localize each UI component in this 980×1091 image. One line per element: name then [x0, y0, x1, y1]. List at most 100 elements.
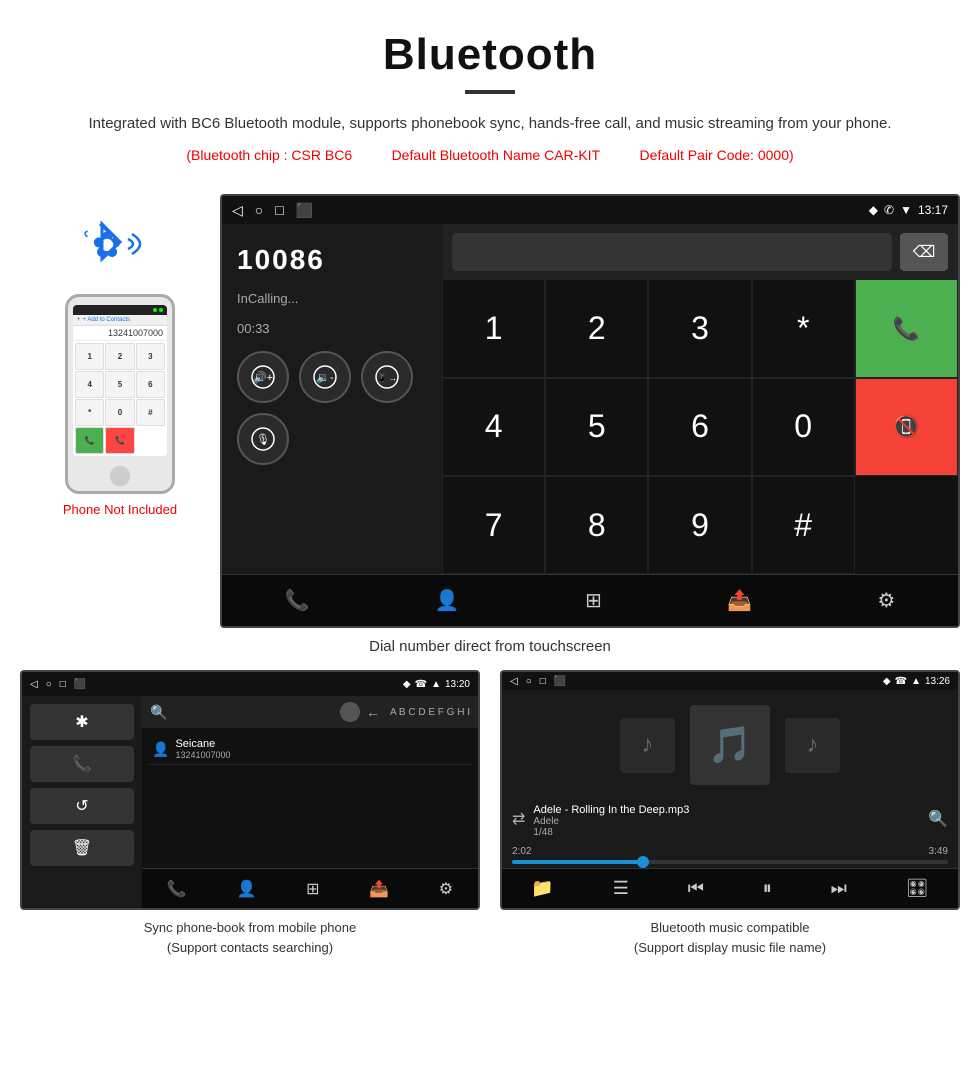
car-contacts-icon[interactable]: 👤 — [435, 588, 460, 613]
mute-button[interactable]: 🎙 — [237, 413, 289, 465]
phone-key-star[interactable]: * — [75, 399, 104, 426]
page-title: Bluetooth — [60, 30, 920, 80]
dial-backspace-button[interactable]: ⌫ — [900, 233, 948, 271]
key-8[interactable]: 8 — [545, 476, 648, 574]
phone-status-dot2 — [159, 308, 163, 312]
location-icon: ◆ — [869, 203, 878, 217]
music-nav-recent[interactable]: □ — [540, 676, 546, 687]
phone-not-included-label: Phone Not Included — [63, 502, 177, 517]
pb-wifi-icon: ▲ — [431, 679, 441, 690]
end-call-button[interactable]: 📵 — [855, 378, 958, 476]
pb-sync-icon[interactable]: ↺ — [30, 788, 134, 824]
transfer-icon: 📱→ — [375, 365, 399, 389]
album-art-small-left: ♪ — [620, 718, 675, 773]
music-eq-icon[interactable]: 🎛 — [906, 878, 929, 899]
key-6[interactable]: 6 — [648, 378, 751, 476]
music-search-icon[interactable]: 🔍 — [928, 809, 948, 829]
car-nav-icons: ◁ ○ □ ⬛ — [232, 202, 313, 219]
key-5[interactable]: 5 — [545, 378, 648, 476]
music-folder-icon[interactable]: 📁 — [531, 878, 553, 899]
shuffle-icon[interactable]: ⇄ — [512, 809, 525, 829]
car-keypad-icon[interactable]: ⊞ — [585, 588, 602, 613]
pb-nav-recent[interactable]: □ — [60, 679, 66, 690]
main-section: ʿ✿ + — [0, 194, 980, 628]
music-progress-bar[interactable] — [512, 860, 948, 864]
call-status: InCalling... — [237, 291, 427, 306]
phonebook-caption: Sync phone-book from mobile phone (Suppo… — [20, 918, 480, 957]
nav-app-icon[interactable]: ⬛ — [296, 202, 313, 219]
music-list-icon[interactable]: ☰ — [613, 878, 629, 899]
nav-back-icon[interactable]: ◁ — [232, 202, 243, 219]
phonebook-screen: ◁ ○ □ ⬛ ◆ ☎ ▲ 13:20 ✱ 📞 ↺ 🗑 — [20, 670, 480, 910]
phone-key-1[interactable]: 1 — [75, 343, 104, 370]
key-2[interactable]: 2 — [545, 279, 648, 377]
svg-text:🔉-: 🔉- — [316, 372, 334, 384]
key-0[interactable]: 0 — [752, 378, 855, 476]
music-time-row: 2:02 3:49 — [512, 846, 948, 857]
volume-down-button[interactable]: 🔉- — [299, 351, 351, 403]
search-dot — [340, 702, 360, 722]
car-call-icon[interactable]: 📞 — [285, 588, 310, 613]
phone-status-dot — [153, 308, 157, 312]
pb-bottom-contacts[interactable]: 👤 — [236, 879, 256, 899]
volume-up-button[interactable]: 🔊+ — [237, 351, 289, 403]
pb-content: ✱ 📞 ↺ 🗑 🔍 ← A B C D E F G H I � — [22, 696, 478, 908]
phone-keypad: 1 2 3 4 5 6 * 0 # 📞 📞 — [73, 341, 167, 456]
music-nav-app[interactable]: ⬛ — [554, 676, 566, 687]
track-number: 1/48 — [533, 827, 928, 838]
music-nav-home[interactable]: ○ — [526, 676, 532, 687]
phone-key-2[interactable]: 2 — [105, 343, 134, 370]
nav-recent-icon[interactable]: □ — [275, 202, 283, 218]
phone-key-hash[interactable]: # — [136, 399, 165, 426]
phone-key-0[interactable]: 0 — [105, 399, 134, 426]
dial-input-box[interactable] — [452, 233, 892, 271]
back-arrow-icon[interactable]: ← — [366, 704, 380, 720]
pb-bottom-settings[interactable]: ⚙ — [439, 879, 453, 899]
phonebook-card: ◁ ○ □ ⬛ ◆ ☎ ▲ 13:20 ✱ 📞 ↺ 🗑 — [20, 670, 480, 957]
time-current: 2:02 — [512, 846, 531, 857]
pb-nav-back[interactable]: ◁ — [30, 679, 38, 690]
key-hash[interactable]: # — [752, 476, 855, 574]
pb-delete-icon[interactable]: 🗑 — [30, 830, 134, 866]
call-button[interactable]: 📞 — [855, 279, 958, 377]
phone-home-button[interactable] — [110, 466, 130, 486]
phone-call-button[interactable]: 📞 — [75, 427, 104, 454]
pb-nav-app[interactable]: ⬛ — [74, 679, 86, 690]
music-next-icon[interactable]: ⏭ — [831, 878, 847, 899]
key-star[interactable]: * — [752, 279, 855, 377]
phone-key-5[interactable]: 5 — [105, 371, 134, 398]
contact-item[interactable]: 👤 Seicane 13241007000 — [148, 734, 472, 765]
music-info-row: ⇄ Adele - Rolling In the Deep.mp3 Adele … — [502, 800, 958, 842]
key-1[interactable]: 1 — [442, 279, 545, 377]
car-settings-icon[interactable]: ⚙ — [877, 588, 895, 613]
key-4[interactable]: 4 — [442, 378, 545, 476]
music-screen: ◁ ○ □ ⬛ ◆ ☎ ▲ 13:26 ♪ — [500, 670, 960, 910]
pb-bluetooth-icon[interactable]: ✱ — [30, 704, 134, 740]
music-wifi-icon: ▲ — [911, 676, 921, 687]
transfer-button[interactable]: 📱→ — [361, 351, 413, 403]
contact-name: Seicane — [175, 738, 230, 750]
key-7[interactable]: 7 — [442, 476, 545, 574]
car-screen-main: ◁ ○ □ ⬛ ◆ ✆ ▼ 13:17 10086 InCalling... 0… — [220, 194, 960, 628]
music-phone-icon: ☎ — [895, 676, 907, 687]
phone-key-4[interactable]: 4 — [75, 371, 104, 398]
music-prev-icon[interactable]: ⏮ — [688, 878, 704, 899]
music-play-pause-icon[interactable]: ⏸ — [763, 878, 772, 899]
music-status-indicators: ◆ ☎ ▲ 13:26 — [883, 676, 950, 687]
pb-nav-home[interactable]: ○ — [46, 679, 52, 690]
car-transfer-icon[interactable]: 📤 — [727, 588, 752, 613]
music-note-small-right-icon: ♪ — [807, 731, 819, 759]
phone-key-3[interactable]: 3 — [136, 343, 165, 370]
nav-home-icon[interactable]: ○ — [255, 202, 263, 218]
phone-key-6[interactable]: 6 — [136, 371, 165, 398]
pb-bottom-call[interactable]: 📞 — [167, 879, 187, 899]
music-nav-back[interactable]: ◁ — [510, 676, 518, 687]
pb-left-menu: ✱ 📞 ↺ 🗑 — [22, 696, 142, 908]
pb-bottom-keypad[interactable]: ⊞ — [306, 879, 319, 899]
pb-bottom-transfer[interactable]: 📤 — [369, 879, 389, 899]
header-specs: (Bluetooth chip : CSR BC6 Default Blueto… — [60, 144, 920, 166]
phone-end-button[interactable]: 📞 — [105, 427, 134, 454]
key-9[interactable]: 9 — [648, 476, 751, 574]
pb-call-icon[interactable]: 📞 — [30, 746, 134, 782]
key-3[interactable]: 3 — [648, 279, 751, 377]
